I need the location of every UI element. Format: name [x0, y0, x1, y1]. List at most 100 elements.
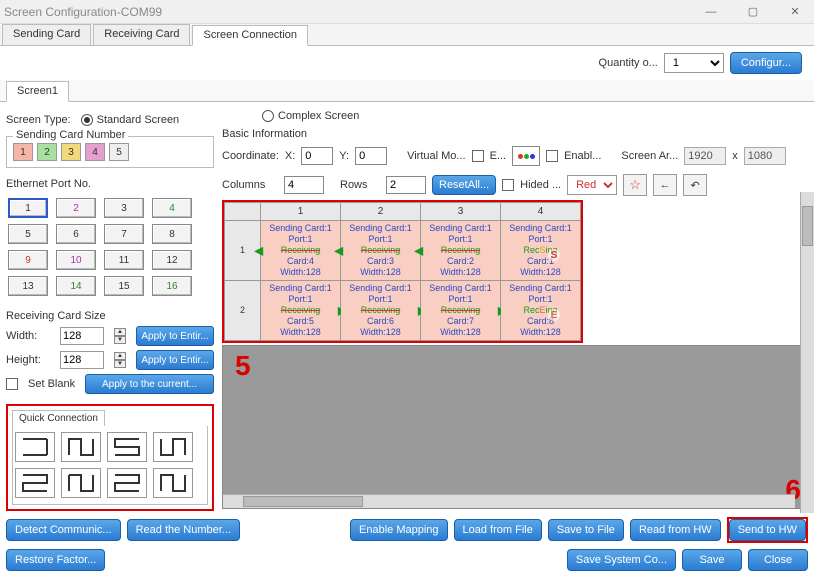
- height-spinner[interactable]: ▲▼: [114, 352, 126, 368]
- vertical-scrollbar[interactable]: [800, 192, 814, 513]
- e-checkbox[interactable]: [472, 150, 484, 162]
- undo-icon: ↶: [691, 179, 700, 192]
- set-blank-checkbox[interactable]: [6, 378, 18, 390]
- configure-button[interactable]: Configur...: [730, 52, 802, 74]
- save-system-button[interactable]: Save System Co...: [567, 549, 676, 571]
- quick-pattern-3[interactable]: [107, 432, 147, 462]
- sending-card-5[interactable]: 5: [109, 143, 129, 161]
- grid-cell-2-2[interactable]: Sending Card:1Port:1Receiving▶Card:6Widt…: [341, 281, 421, 341]
- enable-checkbox[interactable]: [546, 150, 558, 162]
- hided-checkbox[interactable]: [502, 179, 514, 191]
- apply-current-button[interactable]: Apply to the current...: [85, 374, 214, 394]
- connection-grid[interactable]: 1 2 3 4 1 Sending Card:1Port:1Receiving◀…: [224, 202, 581, 341]
- sending-card-2[interactable]: 2: [37, 143, 57, 161]
- minimize-button[interactable]: —: [696, 2, 726, 22]
- quick-connection-title: Quick Connection: [12, 410, 105, 426]
- apply-entire-col-button[interactable]: Apply to Entir...: [136, 326, 214, 346]
- set-blank-label: Set Blank: [28, 378, 75, 390]
- radio-standard-screen[interactable]: Standard Screen: [81, 114, 180, 126]
- maximize-button[interactable]: ▢: [738, 2, 768, 22]
- y-input[interactable]: [355, 147, 387, 165]
- eth-port-15[interactable]: 15: [104, 276, 144, 296]
- send-to-hw-button[interactable]: Send to HW: [729, 519, 806, 541]
- eth-port-14[interactable]: 14: [56, 276, 96, 296]
- eth-port-6[interactable]: 6: [56, 224, 96, 244]
- detect-communic-button[interactable]: Detect Communic...: [6, 519, 121, 541]
- grid-cell-1-2[interactable]: Sending Card:1Port:1Receiving◀Card:3Widt…: [341, 221, 421, 281]
- quick-pattern-8[interactable]: [153, 468, 193, 498]
- eth-port-10[interactable]: 10: [56, 250, 96, 270]
- close-footer-button[interactable]: Close: [748, 549, 808, 571]
- tab-screen-connection[interactable]: Screen Connection: [192, 25, 308, 46]
- sending-card-4[interactable]: 4: [85, 143, 105, 161]
- quick-pattern-4[interactable]: [153, 432, 193, 462]
- grid-cell-1-1[interactable]: Sending Card:1Port:1Receiving◀Card:4Widt…: [261, 221, 341, 281]
- quick-pattern-1[interactable]: [15, 432, 55, 462]
- rows-input[interactable]: [386, 176, 426, 194]
- grid-cell-1-3[interactable]: Sending Card:1Port:1Receiving◀Card:2Widt…: [421, 221, 501, 281]
- eth-port-12[interactable]: 12: [152, 250, 192, 270]
- quick-pattern-5[interactable]: [15, 468, 55, 498]
- load-from-file-button[interactable]: Load from File: [454, 519, 542, 541]
- quick-pattern-2[interactable]: [61, 432, 101, 462]
- horizontal-scrollbar[interactable]: [223, 494, 795, 508]
- grid-cell-1-4[interactable]: Sending Card:1Port:1RecSingCard:1Width:1…: [501, 221, 581, 281]
- window-title: Screen Configuration-COM99: [4, 5, 162, 19]
- eth-port-3[interactable]: 3: [104, 198, 144, 218]
- receiving-card-size-title: Receiving Card Size: [6, 310, 214, 322]
- restore-factory-button[interactable]: Restore Factor...: [6, 549, 105, 571]
- read-from-hw-button[interactable]: Read from HW: [630, 519, 721, 541]
- star-button[interactable]: ☆: [623, 174, 647, 196]
- quick-pattern-6[interactable]: [61, 468, 101, 498]
- annotation-5: 5: [235, 350, 251, 382]
- undo-button[interactable]: ↶: [683, 174, 707, 196]
- sending-card-1[interactable]: 1: [13, 143, 33, 161]
- close-button[interactable]: ✕: [780, 2, 810, 22]
- eth-port-13[interactable]: 13: [8, 276, 48, 296]
- width-spinner[interactable]: ▲▼: [114, 328, 126, 344]
- virtual-mode-color-icon[interactable]: [512, 146, 540, 166]
- tab-receiving-card[interactable]: Receiving Card: [93, 24, 190, 45]
- radio-complex-screen[interactable]: Complex Screen: [262, 110, 359, 122]
- x-separator: x: [732, 150, 738, 162]
- eth-port-1[interactable]: 1: [8, 198, 48, 218]
- x-input[interactable]: [301, 147, 333, 165]
- back-button[interactable]: ←: [653, 174, 677, 196]
- quick-pattern-7[interactable]: [107, 468, 147, 498]
- tab-sending-card[interactable]: Sending Card: [2, 24, 91, 45]
- eth-port-9[interactable]: 9: [8, 250, 48, 270]
- sending-card-number-title: Sending Card Number: [13, 129, 128, 141]
- width-input[interactable]: [60, 327, 104, 345]
- color-select[interactable]: Red: [567, 175, 617, 195]
- eth-port-11[interactable]: 11: [104, 250, 144, 270]
- height-input[interactable]: [60, 351, 104, 369]
- read-number-button[interactable]: Read the Number...: [127, 519, 240, 541]
- eth-port-4[interactable]: 4: [152, 198, 192, 218]
- screen-width-display: [684, 147, 726, 165]
- eth-port-7[interactable]: 7: [104, 224, 144, 244]
- eth-port-8[interactable]: 8: [152, 224, 192, 244]
- width-label: Width:: [6, 330, 50, 342]
- screen1-tab[interactable]: Screen1: [6, 81, 69, 102]
- save-to-file-button[interactable]: Save to File: [548, 519, 624, 541]
- basic-info-title: Basic Information: [222, 128, 810, 140]
- apply-entire-row-button[interactable]: Apply to Entir...: [136, 350, 214, 370]
- quantity-label: Quantity o...: [599, 57, 658, 69]
- grid-cell-2-3[interactable]: Sending Card:1Port:1Receiving▶Card:7Widt…: [421, 281, 501, 341]
- screen-height-display: [744, 147, 786, 165]
- hided-label: Hided ...: [520, 179, 561, 191]
- reset-all-button[interactable]: ResetAll...: [432, 175, 496, 195]
- grid-cell-2-1[interactable]: Sending Card:1Port:1Receiving▶Card:5Widt…: [261, 281, 341, 341]
- eth-port-16[interactable]: 16: [152, 276, 192, 296]
- columns-label: Columns: [222, 179, 278, 191]
- sending-card-3[interactable]: 3: [61, 143, 81, 161]
- quantity-select[interactable]: 1: [664, 53, 724, 73]
- canvas-area[interactable]: 5 6: [222, 345, 810, 509]
- save-button[interactable]: Save: [682, 549, 742, 571]
- grid-cell-2-4[interactable]: Sending Card:1Port:1RecEingCard:8Width:1…: [501, 281, 581, 341]
- enable-mapping-button[interactable]: Enable Mapping: [350, 519, 448, 541]
- eth-port-5[interactable]: 5: [8, 224, 48, 244]
- eth-port-2[interactable]: 2: [56, 198, 96, 218]
- columns-input[interactable]: [284, 176, 324, 194]
- start-marker: S: [548, 249, 560, 261]
